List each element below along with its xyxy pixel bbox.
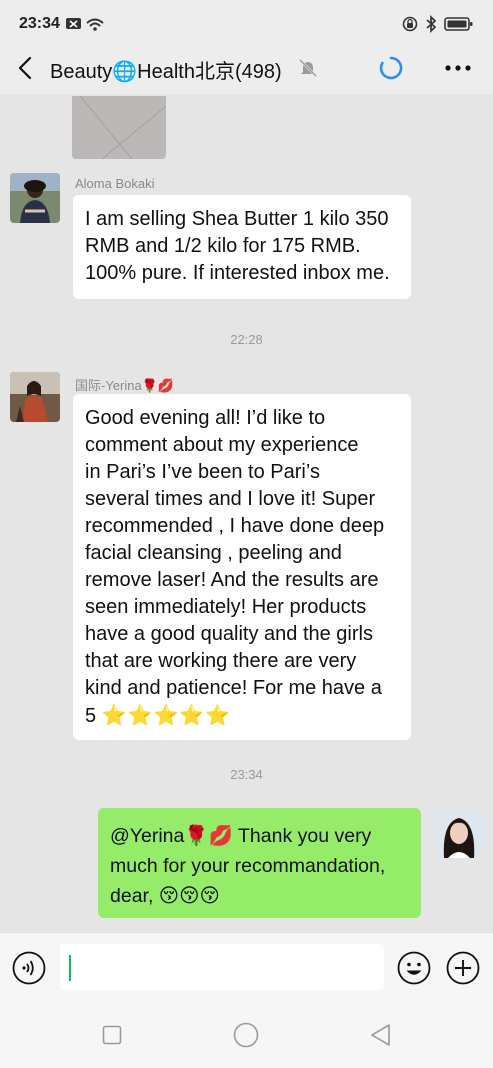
message-text-line: remove laser! And the results are — [85, 569, 379, 591]
image-message[interactable] — [72, 96, 166, 159]
message-text-line: kind and patience! For me have a — [85, 677, 382, 699]
mute-icon — [298, 58, 318, 83]
message-input[interactable] — [60, 944, 384, 990]
timestamp: 22:28 — [230, 332, 263, 347]
back-button[interactable] — [14, 55, 38, 81]
message-text-line: dear, 😚😚😚 — [110, 885, 220, 907]
system-navigation-bar — [0, 1000, 493, 1068]
loading-spinner-icon — [378, 55, 404, 86]
emoji-icon — [397, 951, 431, 985]
rating-line: 5 ⭐⭐⭐⭐⭐ — [85, 702, 399, 730]
bluetooth-icon — [426, 15, 437, 33]
square-icon — [102, 1025, 122, 1045]
rating-stars: ⭐⭐⭐⭐⭐ — [101, 703, 232, 727]
message-text-line: @Yerina🌹💋 Thank you very — [110, 825, 372, 847]
more-dots-icon — [445, 65, 471, 71]
chevron-left-icon — [18, 56, 32, 80]
avatar-image — [10, 372, 60, 422]
more-functions-button[interactable] — [446, 951, 480, 990]
message-text-line: comment about my experience — [85, 434, 359, 456]
avatar[interactable] — [10, 173, 60, 223]
message-text-line: several times and I love it! Super — [85, 488, 376, 510]
circle-icon — [233, 1022, 259, 1048]
message-text-line: seen immediately! Her products — [85, 596, 367, 618]
status-time: 23:34 — [19, 15, 60, 32]
message-text-line: much for your recommandation, — [110, 855, 386, 877]
voice-input-button[interactable] — [12, 951, 46, 990]
battery-icon — [444, 17, 473, 31]
image-preview — [72, 96, 166, 159]
timestamp: 23:34 — [230, 767, 263, 782]
message-text-line: Good evening all! I’d like to — [85, 407, 326, 429]
back-nav-button[interactable] — [369, 1023, 391, 1052]
recent-apps-button[interactable] — [102, 1025, 122, 1050]
text-cursor — [69, 955, 71, 981]
message-bubble[interactable]: Good evening all! I’d like to comment ab… — [73, 394, 411, 740]
message-bubble[interactable]: I am selling Shea Butter 1 kilo 350 RMB … — [73, 195, 411, 299]
message-text-line: have a good quality and the girls — [85, 623, 373, 645]
sender-name: Aloma Bokaki — [75, 176, 155, 191]
plus-icon — [446, 951, 480, 985]
status-system-icons — [402, 15, 474, 33]
chat-title: Beauty🌐Health北京(498) — [50, 61, 282, 83]
alarm-icon — [402, 16, 418, 32]
message-text: I am selling Shea Butter 1 kilo 350 RMB … — [85, 208, 390, 284]
chat-header: Beauty🌐Health北京(498) — [0, 44, 493, 94]
triangle-back-icon — [371, 1024, 390, 1046]
message-text-line: in Pari’s I’ve been to Pari’s — [85, 461, 320, 483]
status-bar: 23:34 — [0, 0, 493, 48]
avatar-image — [10, 173, 60, 223]
voice-icon — [12, 951, 46, 985]
message-text-line: facial cleansing , peeling and — [85, 542, 342, 564]
more-options-button[interactable] — [444, 58, 472, 83]
emoji-button[interactable] — [397, 951, 431, 990]
home-button[interactable] — [233, 1022, 259, 1053]
my-avatar[interactable] — [434, 808, 484, 858]
my-message-bubble[interactable]: @Yerina🌹💋 Thank you very much for your r… — [98, 808, 421, 918]
message-text-line: recommended , I have done deep — [85, 515, 385, 537]
rating-number: 5 — [85, 705, 97, 727]
sender-name: 国际-Yerina🌹💋 — [75, 378, 175, 393]
chat-message-list[interactable]: Aloma Bokaki I am selling Shea Butter 1 … — [0, 94, 493, 932]
status-notification-icons — [66, 16, 106, 37]
avatar-image — [434, 808, 484, 858]
avatar[interactable] — [10, 372, 60, 422]
input-bar — [0, 932, 493, 1001]
message-text-line: that are working there are very — [85, 650, 357, 672]
notification-icons — [66, 18, 104, 31]
